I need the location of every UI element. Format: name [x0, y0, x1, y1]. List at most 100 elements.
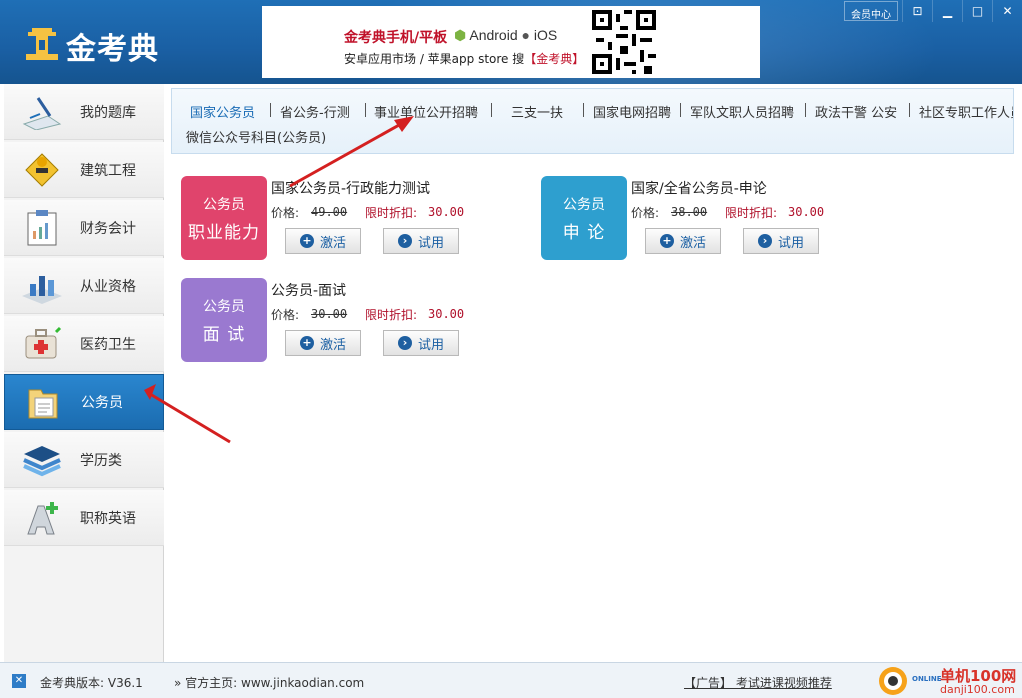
tab-divider [805, 103, 806, 117]
product-title: 国家/全省公务员-申论 [631, 181, 767, 197]
ad-link[interactable]: 【广告】 考试进课视频推荐 [684, 674, 832, 691]
product-thumbnail[interactable]: 公务员 职业能力 [181, 176, 267, 260]
fullscreen-icon[interactable]: ⊡ [902, 0, 932, 22]
title-bar: 金考典 金考典手机/平板 ⬢ Android ● iOS 安卓应用市场 / 苹果… [0, 0, 1022, 84]
price-label: 价格: [631, 206, 660, 220]
watermark: ONLINE 单机100网 danji100.com [874, 663, 1022, 698]
tab-wechat-subject[interactable]: 微信公众号科目(公务员) [186, 127, 326, 146]
product-title: 国家公务员-行政能力测试 [271, 181, 431, 197]
activate-label: 激活 [319, 235, 346, 251]
app-logo: 金考典 [24, 22, 174, 67]
trial-label: 试用 [777, 235, 804, 251]
watermark-logo-icon [879, 667, 907, 695]
trial-label: 试用 [417, 235, 444, 251]
sidebar-item-label: 职称英语 [80, 510, 136, 527]
banner-brand: 【金考典】 [524, 52, 585, 66]
tab-community-worker[interactable]: 社区专职工作人员 [919, 102, 1013, 121]
discount-label: 限时折扣: [365, 308, 418, 322]
banner-sub-text: 安卓应用市场 / 苹果app store 搜 [344, 52, 525, 66]
layers-icon [18, 440, 66, 480]
version-text: 金考典版本: V36.1 [40, 676, 143, 690]
app-name: 金考典 [66, 32, 159, 67]
logo-icon [26, 28, 58, 60]
original-price: 38.00 [671, 205, 708, 219]
watermark-online: ONLINE [912, 675, 942, 683]
tab-divider [680, 103, 681, 117]
plus-icon: + [299, 234, 314, 248]
maximize-icon[interactable]: □ [962, 0, 992, 22]
sidebar-item-label: 公务员 [81, 395, 123, 411]
thumbnail-bottom-text: 职业能力 [188, 223, 260, 243]
play-icon: › [397, 336, 412, 350]
banner-ad[interactable]: 金考典手机/平板 ⬢ Android ● iOS 安卓应用市场 / 苹果app … [262, 6, 760, 78]
sidebar-item-english[interactable]: 职称英语 [4, 490, 164, 546]
thumbnail-top-text: 公务员 [203, 197, 245, 213]
tab-divider [583, 103, 584, 117]
pen-paper-icon [18, 92, 66, 132]
android-icon: ⬢ [454, 27, 467, 43]
activate-label: 激活 [319, 337, 346, 353]
folder-icon [19, 382, 67, 422]
tab-divider [270, 103, 271, 117]
tab-sanzhi-yifu[interactable]: 三支一扶 [511, 102, 563, 121]
app-status-icon: ✕ [12, 674, 26, 688]
homepage-text: 官方主页: www.jinkaodian.com [185, 676, 365, 690]
discount-price: 30.00 [428, 205, 465, 219]
sidebar-item-label: 学历类 [80, 452, 122, 469]
tab-provincial-civil[interactable]: 省公务-行测 [280, 102, 350, 121]
sidebar-item-construction[interactable]: 建筑工程 [4, 142, 164, 198]
sidebar-item-civil-servant[interactable]: 公务员 [4, 374, 164, 430]
discount-label: 限时折扣: [365, 206, 418, 220]
member-center-button[interactable]: 会员中心 [844, 1, 898, 21]
product-card: 公务员 职业能力 国家公务员-行政能力测试 价格: 49.00 限时折扣: 30… [181, 176, 521, 262]
activate-label: 激活 [679, 235, 706, 251]
homepage-link[interactable]: » 官方主页: www.jinkaodian.com [174, 674, 364, 691]
trial-button[interactable]: › 试用 [383, 330, 459, 356]
sidebar-item-education[interactable]: 学历类 [4, 432, 164, 488]
trial-button[interactable]: › 试用 [383, 228, 459, 254]
tab-national-civil-servant[interactable]: 国家公务员 [190, 102, 255, 121]
close-icon[interactable]: ✕ [992, 0, 1022, 22]
tab-public-institution[interactable]: 事业单位公开招聘 [374, 102, 478, 121]
play-icon: › [397, 234, 412, 248]
plus-icon: + [659, 234, 674, 248]
thumbnail-top-text: 公务员 [203, 299, 245, 315]
thumbnail-top-text: 公务员 [563, 197, 605, 213]
thumbnail-bottom-text: 申 论 [562, 223, 606, 243]
tab-divider [909, 103, 910, 117]
sidebar-item-label: 财务会计 [80, 220, 136, 237]
minimize-icon[interactable]: ▁ [932, 0, 962, 22]
banner-ios: iOS [533, 27, 558, 43]
construction-icon [18, 150, 66, 190]
tab-state-grid[interactable]: 国家电网招聘 [593, 102, 671, 121]
sidebar-item-qualification[interactable]: 从业资格 [4, 258, 164, 314]
product-thumbnail[interactable]: 公务员 面 试 [181, 278, 267, 362]
banner-os: ⬢ Android ● iOS [454, 27, 557, 44]
activate-button[interactable]: + 激活 [285, 228, 361, 254]
tab-military-civilian[interactable]: 军队文职人员招聘 [690, 102, 794, 121]
sidebar-item-my-bank[interactable]: 我的题库 [4, 84, 164, 140]
tab-police[interactable]: 政法干警 公安 [815, 102, 897, 121]
clipboard-icon [18, 208, 66, 248]
sidebar-item-label: 建筑工程 [80, 162, 136, 179]
sidebar-item-medical[interactable]: 医药卫生 [4, 316, 164, 372]
original-price: 49.00 [311, 205, 348, 219]
trial-label: 试用 [417, 337, 444, 353]
qr-code-icon [592, 10, 656, 74]
thumbnail-bottom-text: 面 试 [202, 325, 246, 345]
banner-android: Android [469, 27, 518, 43]
watermark-url: danji100.com [940, 683, 1015, 696]
activate-button[interactable]: + 激活 [645, 228, 721, 254]
sidebar-item-accounting[interactable]: 财务会计 [4, 200, 164, 256]
banner-sub: 安卓应用市场 / 苹果app store 搜【金考典】 [344, 50, 584, 67]
banner-headline: 金考典手机/平板 [344, 30, 448, 46]
price-label: 价格: [271, 206, 300, 220]
product-card: 公务员 申 论 国家/全省公务员-申论 价格: 38.00 限时折扣: 30.0… [541, 176, 881, 262]
medical-kit-icon [18, 324, 66, 364]
product-thumbnail[interactable]: 公务员 申 论 [541, 176, 627, 260]
letter-a-icon [18, 498, 66, 538]
discount-label: 限时折扣: [725, 206, 778, 220]
activate-button[interactable]: + 激活 [285, 330, 361, 356]
trial-button[interactable]: › 试用 [743, 228, 819, 254]
status-bar: ✕ 金考典版本: V36.1 » 官方主页: www.jinkaodian.co… [0, 662, 1022, 698]
